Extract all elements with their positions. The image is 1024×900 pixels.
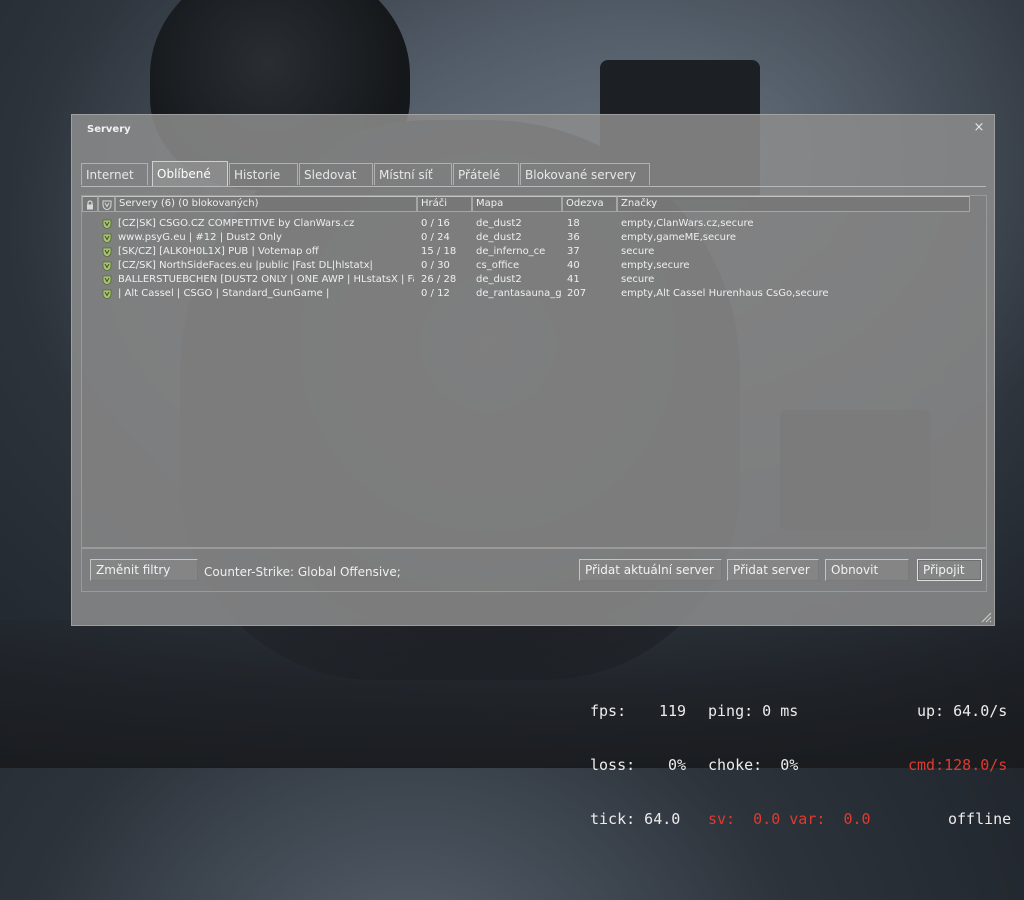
ping-readout: ping: 0 ms (708, 702, 799, 720)
table-row[interactable]: www.psyG.eu | #12 | Dust2 Only 0 / 24 de… (82, 231, 986, 245)
server-tags: empty,ClanWars.cz,secure (621, 218, 754, 229)
vac-shield-icon (102, 261, 112, 271)
vac-shield-icon (102, 200, 112, 210)
loss-label: loss: (590, 756, 636, 774)
vac-shield-icon (102, 233, 112, 243)
cmd-rate: cmd:128.0/s (908, 756, 1008, 774)
server-map: de_dust2 (476, 218, 522, 229)
server-players: 0 / 12 (421, 288, 450, 299)
sv-var-readout: sv: 0.0 var: 0.0 (708, 810, 871, 828)
fps-label: fps: (590, 702, 627, 720)
column-servers[interactable]: Servery (6) (0 blokovaných) (115, 196, 417, 212)
server-name: www.psyG.eu | #12 | Dust2 Only (118, 232, 282, 243)
filter-summary: Counter-Strike: Global Offensive; (204, 565, 401, 579)
server-latency: 41 (567, 274, 580, 285)
server-name: [CZ|SK] CSGO.CZ COMPETITIVE by ClanWars.… (118, 218, 355, 229)
lock-icon (87, 200, 93, 210)
tick-readout: tick: 64.0 (590, 810, 681, 828)
tab-blocked-servers[interactable]: Blokované servery (520, 163, 650, 185)
server-latency: 37 (567, 246, 580, 257)
server-players: 15 / 18 (421, 246, 457, 257)
server-players: 0 / 24 (421, 232, 450, 243)
server-players: 0 / 16 (421, 218, 450, 229)
server-tags: empty,Alt Cassel Hurenhaus CsGo,secure (621, 288, 829, 299)
server-latency: 207 (567, 288, 587, 299)
tab-internet[interactable]: Internet (81, 163, 148, 185)
server-map: de_rantasauna_go (476, 288, 561, 299)
server-tags: secure (621, 246, 655, 257)
tab-favorites[interactable]: Oblíbené (152, 161, 228, 187)
vac-shield-icon (102, 275, 112, 285)
connect-button[interactable]: Připojit (917, 559, 982, 581)
table-row[interactable]: BALLERSTUEBCHEN [DUST2 ONLY | ONE AWP | … (82, 273, 986, 287)
server-latency: 40 (567, 260, 580, 271)
server-players: 26 / 28 (421, 274, 457, 285)
table-row[interactable]: [CZ|SK] CSGO.CZ COMPETITIVE by ClanWars.… (82, 217, 986, 231)
fps-value: 119 (659, 702, 687, 720)
tab-spectate[interactable]: Sledovat (299, 163, 373, 185)
choke-readout: choke: 0% (708, 756, 799, 774)
server-list: Servery (6) (0 blokovaných) Hráči Mapa O… (81, 195, 987, 548)
server-latency: 18 (567, 218, 580, 229)
server-rows: [CZ|SK] CSGO.CZ COMPETITIVE by ClanWars.… (82, 217, 986, 301)
server-name: | Alt Cassel | CSGO | Standard_GunGame | (118, 288, 330, 299)
loss-value: 0% (668, 756, 687, 774)
server-browser-window: Servery × Internet Oblíbené Historie Sle… (71, 114, 995, 626)
tab-friends[interactable]: Přátelé (453, 163, 519, 185)
vac-shield-icon (102, 247, 112, 257)
net-graph: fps: 119 ping: 0 ms up: 64.0/s loss: 0% … (590, 666, 1020, 846)
refresh-button[interactable]: Obnovit (825, 559, 909, 581)
upload-rate: up: 64.0/s (917, 702, 1008, 720)
server-map: de_dust2 (476, 232, 522, 243)
tab-divider (81, 186, 986, 187)
server-map: de_dust2 (476, 274, 522, 285)
vac-shield-icon (102, 289, 112, 299)
window-title: Servery (87, 124, 131, 135)
connection-status: offline (948, 810, 1012, 828)
server-name: [CZ/SK] NorthSideFaces.eu |public |Fast … (118, 260, 373, 271)
server-name: [SK/CZ] [ALK0H0L1X] PUB | Votemap off (118, 246, 319, 257)
column-password[interactable] (82, 196, 98, 212)
tab-lan[interactable]: Místní síť (374, 163, 452, 185)
column-secure[interactable] (98, 196, 115, 212)
column-players[interactable]: Hráči (417, 196, 472, 212)
tab-history[interactable]: Historie (229, 163, 298, 185)
table-row[interactable]: [SK/CZ] [ALK0H0L1X] PUB | Votemap off 15… (82, 245, 986, 259)
server-latency: 36 (567, 232, 580, 243)
server-players: 0 / 30 (421, 260, 450, 271)
action-bar: Změnit filtry Counter-Strike: Global Off… (81, 548, 987, 592)
server-map: de_inferno_ce (476, 246, 546, 257)
server-map: cs_office (476, 260, 520, 271)
server-tags: secure (621, 274, 655, 285)
column-map[interactable]: Mapa (472, 196, 562, 212)
close-button[interactable]: × (972, 121, 986, 135)
table-row[interactable]: | Alt Cassel | CSGO | Standard_GunGame |… (82, 287, 986, 301)
server-tags: empty,secure (621, 260, 690, 271)
column-latency[interactable]: Odezva (562, 196, 617, 212)
vac-shield-icon (102, 219, 112, 229)
add-current-server-button[interactable]: Přidat aktuální server (579, 559, 722, 581)
table-row[interactable]: [CZ/SK] NorthSideFaces.eu |public |Fast … (82, 259, 986, 273)
server-name: BALLERSTUEBCHEN [DUST2 ONLY | ONE AWP | … (118, 274, 414, 285)
server-tags: empty,gameME,secure (621, 232, 736, 243)
change-filters-button[interactable]: Změnit filtry (90, 559, 198, 581)
add-server-button[interactable]: Přidat server (727, 559, 819, 581)
column-headers: Servery (6) (0 blokovaných) Hráči Mapa O… (82, 196, 986, 212)
column-tags[interactable]: Značky (617, 196, 970, 212)
resize-grip-icon[interactable] (980, 611, 992, 623)
